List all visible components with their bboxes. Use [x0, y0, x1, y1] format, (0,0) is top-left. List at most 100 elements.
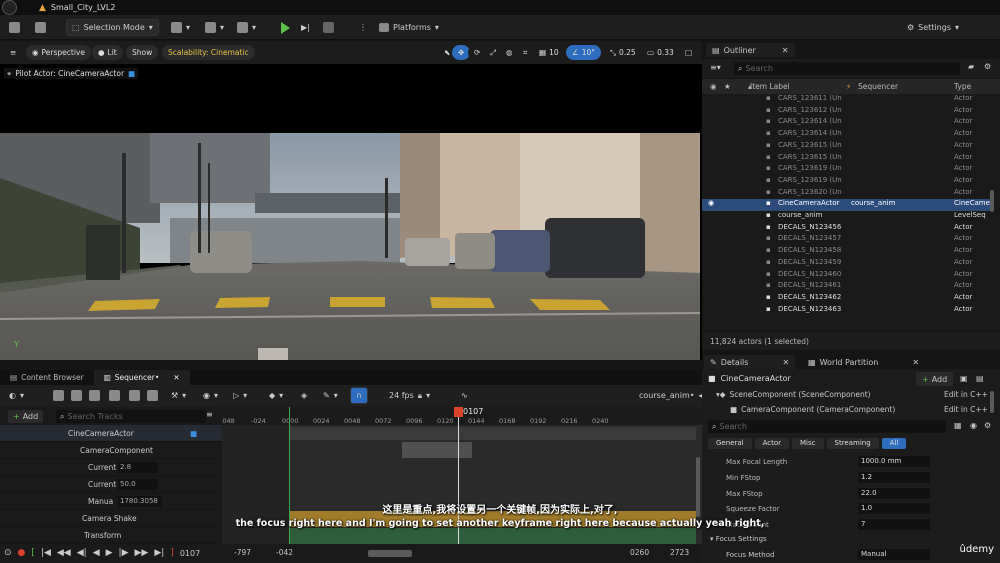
camera-component-row[interactable]: ■ CameraComponent (CameraComponent) [730, 405, 895, 414]
working-range-start[interactable]: -042 [276, 548, 293, 557]
visibility-column-icon[interactable]: ◉ [710, 82, 717, 91]
list-item[interactable]: ▪ CARS_123615 (Un Actor [702, 141, 994, 153]
pilot-actor-label[interactable]: ⌖ Pilot Actor: CineCameraActor ■ [4, 68, 139, 79]
list-item[interactable]: ▪ DECALS_N123456 Actor [702, 223, 994, 235]
transform-section[interactable] [290, 528, 696, 544]
view-options-dropdown[interactable]: ◉ ▾ [198, 387, 223, 404]
star-icon[interactable]: ★ [724, 82, 731, 91]
list-item[interactable]: ▪ CARS_123614 (Un Actor [702, 129, 994, 141]
fps-dropdown[interactable]: 24 fps 🔒︎ ▾ [384, 387, 435, 404]
filter-chip[interactable]: All [881, 438, 907, 449]
list-item[interactable]: ▪ CARS_123614 (Un Actor [702, 117, 994, 129]
list-item[interactable]: ▪ CARS_123612 (Un Actor [702, 106, 994, 118]
key-options-dropdown[interactable]: ◆ ▾ [264, 387, 288, 404]
filter-chip[interactable]: Actor [754, 438, 790, 449]
column-item-label[interactable]: Item Label [750, 82, 790, 91]
unreal-logo-icon[interactable] [2, 0, 17, 15]
settings-icon[interactable]: ⚙ [984, 421, 991, 430]
draw-dropdown[interactable]: ✎ ▾ [318, 387, 343, 404]
property-value[interactable]: 22.0 [858, 487, 930, 499]
track-row[interactable]: Current 50.0 [0, 476, 222, 493]
list-item[interactable]: ▪ DECALS_N123461 Actor [702, 281, 994, 293]
list-item[interactable]: ▪ DECALS_N123457 Actor [702, 234, 994, 246]
table-view-icon[interactable]: ▦ [954, 421, 962, 430]
selection-mode-dropdown[interactable]: ⬚ Selection Mode ▾ [66, 19, 159, 36]
auto-key-button[interactable]: ◈ [296, 387, 312, 404]
list-item[interactable]: ▪ CARS_123620 (Un Actor [702, 188, 994, 200]
blueprint-button[interactable]: ▾ [200, 19, 229, 36]
film-button[interactable] [142, 387, 163, 404]
world-local-button[interactable]: ◍ [500, 45, 519, 60]
tab-world-partition[interactable]: ▦ World Partition ✕ [802, 355, 925, 369]
tab-content-browser[interactable]: ▤ Content Browser [0, 370, 94, 385]
outliner-search-input[interactable]: ⌕ Search [734, 62, 960, 75]
column-sequencer[interactable]: Sequencer [858, 82, 898, 91]
details-scrollbar[interactable] [990, 391, 994, 413]
level-tab[interactable]: ▲ Small_City_LVL2 [39, 3, 115, 13]
loop-icon[interactable]: ⊙ [4, 548, 12, 558]
close-icon[interactable]: ✕ [782, 358, 789, 367]
show-button[interactable]: Show [126, 45, 159, 60]
prev-key-icon[interactable]: ◀◀ [57, 548, 71, 558]
level-viewport[interactable]: Y [0, 64, 702, 360]
jump-start-icon[interactable]: |◀ [41, 548, 51, 558]
layout-icon[interactable]: ▤ [976, 374, 984, 383]
grid-snap-button[interactable]: ▦ 10 [533, 45, 565, 60]
lit-button[interactable]: ● Lit [92, 45, 123, 60]
track-row[interactable]: Current 2.8 [0, 459, 222, 476]
keyframe-section[interactable] [402, 442, 472, 458]
jump-end-icon[interactable]: ▶| [154, 548, 164, 558]
record-icon[interactable]: ● [18, 548, 26, 558]
camera-cut-button[interactable] [104, 387, 125, 404]
visibility-icon[interactable]: ◉ [708, 199, 714, 207]
list-item[interactable]: ▪ CARS_123619 (Un Actor [702, 164, 994, 176]
playhead-handle[interactable] [454, 407, 463, 417]
camera-section[interactable] [290, 427, 696, 440]
actions-dropdown[interactable]: ⚒ ▾ [166, 387, 191, 404]
next-key-icon[interactable]: ▶▶ [135, 548, 149, 558]
play-forward-icon[interactable]: ▶ [106, 548, 113, 558]
play-button[interactable] [276, 19, 295, 36]
tab-outliner[interactable]: ▤ Outliner ✕ [706, 43, 795, 57]
edit-cpp-link[interactable]: Edit in C++ [944, 390, 988, 399]
filter-chip[interactable]: Misc [792, 438, 824, 449]
filter-chip[interactable]: General [708, 438, 752, 449]
add-track-button[interactable]: + Add [8, 410, 44, 423]
range-end-icon[interactable]: ] [170, 548, 174, 558]
property-value[interactable]: 1000.0 mm [858, 456, 930, 467]
focus-settings-header[interactable]: ▾ Focus Settings [710, 535, 767, 543]
list-item[interactable]: ◉ ▪ CineCameraActor course_anim CineCame [702, 199, 994, 211]
details-search-input[interactable]: ⌕ Search [708, 420, 946, 433]
focus-method-dropdown[interactable]: Manual [858, 549, 930, 560]
scale-snap-button[interactable]: ⤡ 0.25 [604, 45, 642, 60]
list-item[interactable]: ▪ DECALS_N123459 Actor [702, 258, 994, 270]
view-range-start[interactable]: -797 [234, 548, 251, 557]
scalability-button[interactable]: Scalability: Cinematic [162, 45, 255, 60]
track-row[interactable]: CineCameraActor ■ [0, 425, 222, 442]
list-item[interactable]: ▪ DECALS_N123462 Actor [702, 293, 994, 305]
tab-sequencer[interactable]: ▥ Sequencer• ✕ [93, 370, 190, 385]
list-item[interactable]: ▪ course_anim LevelSeq [702, 211, 994, 223]
add-folder-icon[interactable]: ▰ [968, 62, 974, 71]
surface-snap-button[interactable]: ⌗ [517, 45, 534, 60]
track-row[interactable]: CameraComponent [0, 442, 222, 459]
save-button[interactable] [4, 19, 25, 36]
perspective-button[interactable]: ◉ Perspective [26, 45, 91, 60]
angle-snap-button[interactable]: ∠ 10° [566, 45, 602, 60]
list-item[interactable]: ▪ DECALS_N123460 Actor [702, 270, 994, 282]
camera-icon[interactable]: ■ [128, 69, 135, 78]
close-icon[interactable]: ✕ [912, 358, 919, 367]
add-actor-button[interactable]: ▾ [166, 19, 195, 36]
view-range-end[interactable]: 2723 [670, 548, 689, 557]
eye-icon[interactable]: ◉ [970, 421, 977, 430]
list-item[interactable]: ▪ CARS_123615 (Un Actor [702, 153, 994, 165]
list-item[interactable]: ▪ DECALS_N123458 Actor [702, 246, 994, 258]
close-icon[interactable]: ✕ [173, 373, 179, 382]
track-value[interactable]: 50.0 [118, 478, 158, 490]
cinematics-button[interactable]: ▾ [232, 19, 261, 36]
track-row[interactable]: Transform [0, 527, 222, 544]
close-icon[interactable]: ✕ [782, 46, 789, 55]
filter-icon[interactable]: ≡ [206, 410, 213, 419]
list-item[interactable]: ▪ DECALS_N123463 Actor [702, 305, 994, 317]
playback-options-dropdown[interactable]: ▷ ▾ [228, 387, 252, 404]
